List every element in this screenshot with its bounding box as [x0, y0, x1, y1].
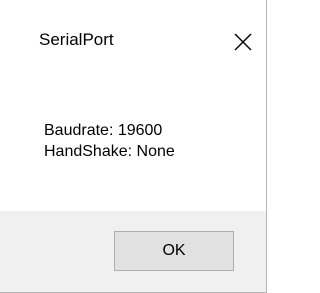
close-icon	[234, 33, 252, 51]
message-dialog: SerialPort Baudrate: 19600 HandShake: No…	[0, 0, 267, 293]
dialog-title: SerialPort	[39, 30, 114, 49]
dialog-titlebar: SerialPort	[0, 0, 266, 90]
close-button[interactable]	[225, 24, 261, 60]
message-line-baudrate: Baudrate: 19600	[44, 122, 163, 139]
ok-button[interactable]: OK	[114, 231, 234, 271]
message-line-handshake: HandShake: None	[44, 143, 175, 160]
dialog-message: Baudrate: 19600 HandShake: None	[44, 120, 175, 162]
